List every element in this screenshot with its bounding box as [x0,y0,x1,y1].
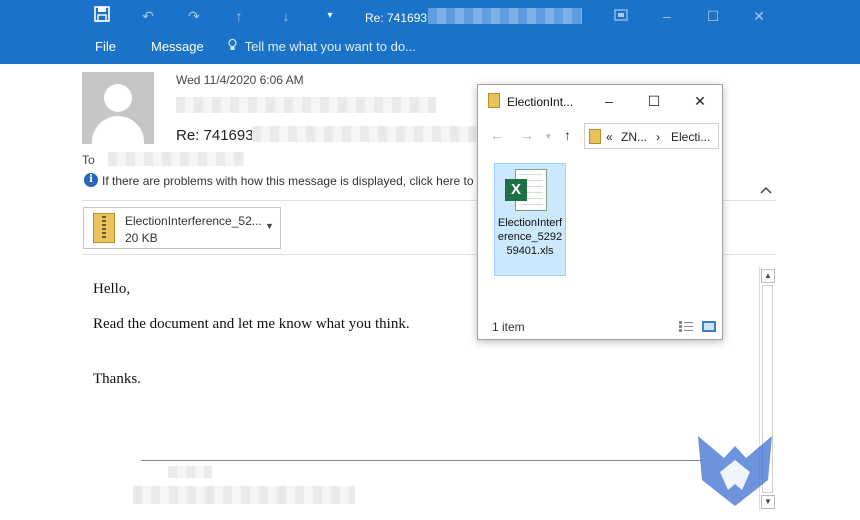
close-icon[interactable]: ✕ [749,6,769,26]
zip-file-icon [93,213,115,243]
folder-icon [488,93,500,108]
body-greeting: Hello, [93,281,131,297]
excel-file-icon: X [505,169,547,213]
signature-divider [141,460,701,461]
redacted-signature [168,466,212,478]
file-item[interactable]: X ElectionInterference_529259401.xls [494,163,566,276]
recent-chevron-icon[interactable]: ▾ [546,131,551,142]
customize-icon[interactable]: ▾ [320,6,340,26]
maximize-icon[interactable]: ☐ [644,91,664,111]
to-label: To [82,153,95,167]
redacted-signature [133,486,355,504]
chevron-down-icon[interactable]: ▼ [265,221,274,231]
attachment-card[interactable]: ElectionInterference_52... 20 KB ▼ [83,207,281,249]
menu-file[interactable]: File [95,39,116,54]
explorer-nav-bar: ← → ▾ ↑ « ZN... › Electi... [478,121,722,151]
forward-arrow-icon[interactable]: → [520,127,534,143]
outlook-title-bar: ↶ ↷ ↑ ↓ ▾ Re: 741693个 – ☐ ✕ [0,0,860,32]
save-icon[interactable] [92,6,112,26]
close-icon[interactable]: ✕ [690,91,710,111]
address-separator: › [656,130,660,144]
arrow-up-icon[interactable]: ↑ [229,6,249,26]
undo-icon[interactable]: ↶ [138,6,158,26]
item-count: 1 item [492,320,525,334]
redo-icon[interactable]: ↷ [184,6,204,26]
message-subject: Re: 741693 [176,127,254,144]
explorer-window: ElectionInt... – ☐ ✕ ← → ▾ ↑ « ZN... › E… [477,84,723,340]
tell-me-search[interactable]: Tell me what you want to do... [228,38,416,54]
large-icons-view-icon[interactable] [702,321,716,332]
address-bar[interactable]: « ZN... › Electi... [584,123,719,149]
body-closing: Thanks. [93,371,141,387]
collapse-header-icon[interactable] [760,182,772,197]
message-date: Wed 11/4/2020 6:06 AM [176,73,304,87]
sender-avatar [82,72,154,144]
scroll-up-icon[interactable]: ▲ [761,269,775,283]
address-prefix: « [606,130,613,144]
redacted-recipient [108,152,244,166]
attachment-size: 20 KB [125,231,158,245]
lightbulb-icon [228,38,241,54]
address-folder[interactable]: Electi... [671,130,710,144]
address-folder[interactable]: ZN... [621,130,647,144]
redacted-subject [252,126,476,142]
body-line: Read the document and let me know what y… [93,316,410,332]
back-arrow-icon[interactable]: ← [490,127,504,143]
redacted-title [428,8,582,24]
maximize-icon[interactable]: ☐ [703,6,723,26]
redacted-sender [176,97,436,113]
folder-icon [589,129,601,144]
malwarebytes-logo [690,428,780,508]
explorer-title-bar: ElectionInt... – ☐ ✕ [478,85,722,117]
restore-icon[interactable] [611,6,631,26]
info-icon: i [84,173,98,187]
arrow-down-icon[interactable]: ↓ [276,6,296,26]
attachment-name: ElectionInterference_52... [125,214,262,228]
details-view-icon[interactable] [679,321,693,332]
minimize-icon[interactable]: – [657,6,677,26]
menu-message[interactable]: Message [151,39,204,54]
minimize-icon[interactable]: – [599,91,619,111]
tell-me-label: Tell me what you want to do... [244,39,416,54]
ribbon [0,32,860,64]
up-arrow-icon[interactable]: ↑ [564,127,571,143]
file-name: ElectionInterference_529259401.xls [497,217,563,257]
explorer-title: ElectionInt... [507,95,574,109]
info-bar-link[interactable]: If there are problems with how this mess… [102,174,478,188]
